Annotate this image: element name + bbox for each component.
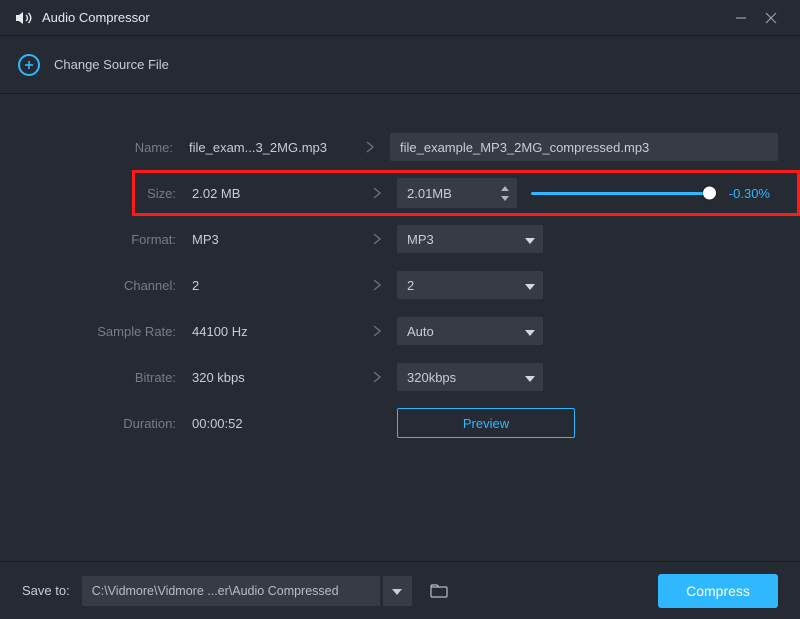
row-sample-rate: Sample Rate: 44100 Hz Auto: [22, 308, 778, 354]
save-to-label: Save to:: [22, 583, 70, 598]
bottombar: Save to: C:\Vidmore\Vidmore ...er\Audio …: [0, 561, 800, 619]
target-size-spinbox[interactable]: 2.01MB: [397, 178, 517, 208]
target-bitrate-select[interactable]: 320kbps: [397, 363, 543, 391]
source-duration: 00:00:52: [192, 416, 357, 431]
chevron-down-icon: [525, 278, 535, 293]
change-source-row[interactable]: Change Source File: [0, 36, 800, 94]
label-size: Size:: [22, 186, 192, 201]
label-bitrate: Bitrate:: [22, 370, 192, 385]
open-folder-button[interactable]: [424, 576, 454, 606]
source-sample-rate: 44100 Hz: [192, 324, 357, 339]
size-slider[interactable]: -0.30%: [531, 186, 778, 201]
label-duration: Duration:: [22, 416, 192, 431]
compress-button[interactable]: Compress: [658, 574, 778, 608]
save-path-field[interactable]: C:\Vidmore\Vidmore ...er\Audio Compresse…: [82, 576, 380, 606]
chevron-down-icon: [392, 582, 402, 600]
spin-up-icon[interactable]: [499, 184, 511, 192]
target-sample-rate-select[interactable]: Auto: [397, 317, 543, 345]
target-channel-select[interactable]: 2: [397, 271, 543, 299]
folder-icon: [430, 584, 448, 598]
row-channel: Channel: 2 2: [22, 262, 778, 308]
slider-thumb[interactable]: [703, 187, 716, 200]
target-format-select[interactable]: MP3: [397, 225, 543, 253]
row-size: Size: 2.02 MB 2.01MB -0.30%: [22, 170, 778, 216]
chevron-down-icon: [525, 324, 535, 339]
row-format: Format: MP3 MP3: [22, 216, 778, 262]
preview-button[interactable]: Preview: [397, 408, 575, 438]
spin-down-icon[interactable]: [499, 194, 511, 202]
arrow-icon: [357, 324, 397, 338]
app-title: Audio Compressor: [42, 10, 150, 25]
slider-track: [531, 192, 710, 195]
titlebar: Audio Compressor: [0, 0, 800, 36]
chevron-down-icon: [525, 232, 535, 247]
arrow-icon: [357, 232, 397, 246]
row-bitrate: Bitrate: 320 kbps 320kbps: [22, 354, 778, 400]
app-icon: [14, 11, 32, 25]
source-bitrate: 320 kbps: [192, 370, 357, 385]
label-format: Format:: [22, 232, 192, 247]
label-sample-rate: Sample Rate:: [22, 324, 192, 339]
change-source-label: Change Source File: [54, 57, 169, 72]
source-name: file_exam...3_2MG.mp3: [189, 140, 351, 155]
source-format: MP3: [192, 232, 357, 247]
arrow-icon: [357, 278, 397, 292]
size-percent: -0.30%: [722, 186, 770, 201]
arrow-icon: [351, 140, 390, 154]
chevron-down-icon: [525, 370, 535, 385]
source-channel: 2: [192, 278, 357, 293]
target-name-input[interactable]: file_example_MP3_2MG_compressed.mp3: [390, 133, 778, 161]
label-channel: Channel:: [22, 278, 192, 293]
minimize-button[interactable]: [726, 3, 756, 33]
arrow-icon: [357, 370, 397, 384]
main-form: Name: file_exam...3_2MG.mp3 file_example…: [0, 94, 800, 446]
row-name: Name: file_exam...3_2MG.mp3 file_example…: [22, 124, 778, 170]
save-path-dropdown[interactable]: [382, 576, 412, 606]
label-name: Name:: [22, 140, 189, 155]
close-button[interactable]: [756, 3, 786, 33]
arrow-icon: [357, 186, 397, 200]
plus-circle-icon: [18, 54, 40, 76]
row-duration: Duration: 00:00:52 Preview: [22, 400, 778, 446]
source-size: 2.02 MB: [192, 186, 357, 201]
